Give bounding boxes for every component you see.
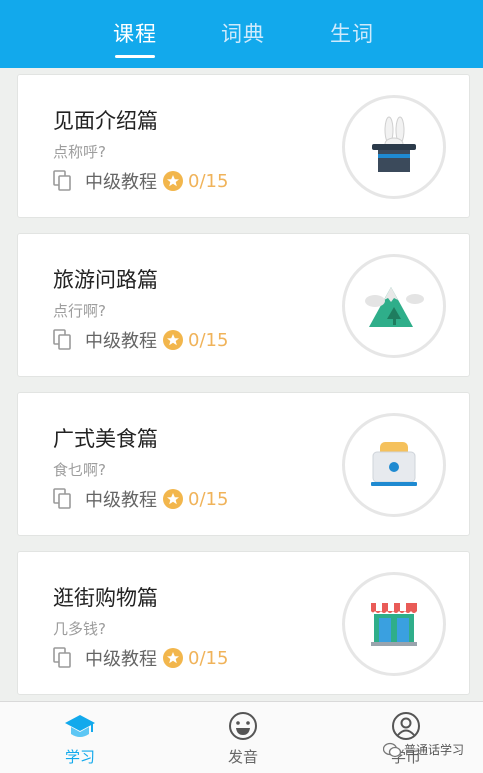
lesson-subtitle: 食乜啊? <box>53 461 106 479</box>
nav-study[interactable]: 学习 <box>30 710 130 767</box>
lesson-meta: 中级教程 0/15 <box>53 487 228 511</box>
star-badge-icon <box>163 171 183 191</box>
lesson-icon-circle <box>342 413 446 517</box>
watermark: 普通话学习 <box>383 741 464 758</box>
lesson-level: 中级教程 <box>85 331 157 352</box>
lesson-title: 见面介绍篇 <box>53 109 158 133</box>
star-badge-icon <box>163 648 183 668</box>
lesson-icon-circle <box>342 572 446 676</box>
copy-icon <box>53 329 71 350</box>
nav-pronunciation[interactable]: 发音 <box>193 710 293 767</box>
active-tab-indicator <box>115 55 155 58</box>
shop-icon <box>371 603 417 646</box>
mountain-icon <box>365 287 424 327</box>
star-badge-icon <box>163 330 183 350</box>
smiley-icon <box>229 712 257 740</box>
copy-icon <box>53 647 71 668</box>
tab-courses[interactable]: 课程 <box>113 18 157 48</box>
lesson-subtitle: 几多钱? <box>53 620 106 638</box>
top-tab-bar: 课程 词典 生词 <box>0 0 483 68</box>
lesson-progress: 0/15 <box>188 329 229 351</box>
lesson-card[interactable]: 广式美食篇 食乜啊? 中级教程 0/15 <box>17 392 470 536</box>
lesson-meta: 中级教程 0/15 <box>53 328 228 352</box>
wechat-icon <box>383 742 401 757</box>
lesson-card[interactable]: 见面介绍篇 点称呼? 中级教程 0/15 <box>17 74 470 218</box>
watermark-text: 普通话学习 <box>404 743 465 757</box>
star-badge-icon <box>163 489 183 509</box>
nav-pronunciation-label: 发音 <box>227 748 258 766</box>
copy-icon <box>53 170 71 191</box>
lesson-icon-circle <box>342 254 446 358</box>
lesson-level: 中级教程 <box>85 172 157 193</box>
lesson-subtitle: 点行啊? <box>53 302 106 320</box>
toaster-icon <box>371 442 417 486</box>
lesson-title: 广式美食篇 <box>53 427 158 451</box>
copy-icon <box>53 488 71 509</box>
lesson-meta: 中级教程 0/15 <box>53 646 228 670</box>
tab-vocabulary[interactable]: 生词 <box>330 18 374 48</box>
lesson-progress: 0/15 <box>188 488 229 510</box>
magic-hat-icon <box>372 116 416 172</box>
nav-coins[interactable]: 学币 <box>356 710 456 767</box>
lesson-icon-circle <box>342 95 446 199</box>
lesson-title: 旅游问路篇 <box>53 268 158 292</box>
tab-dictionary[interactable]: 词典 <box>221 18 265 48</box>
user-icon <box>392 712 420 740</box>
lesson-progress: 0/15 <box>188 647 229 669</box>
lesson-progress: 0/15 <box>188 170 229 192</box>
lesson-title: 逛街购物篇 <box>53 586 158 610</box>
nav-study-label: 学习 <box>64 748 95 766</box>
graduation-cap-icon <box>65 715 95 737</box>
lesson-meta: 中级教程 0/15 <box>53 169 228 193</box>
lesson-card[interactable]: 旅游问路篇 点行啊? 中级教程 0/15 <box>17 233 470 377</box>
bottom-nav: 学习 发音 学币 <box>0 701 483 773</box>
lesson-level: 中级教程 <box>85 490 157 511</box>
lesson-subtitle: 点称呼? <box>53 143 106 161</box>
lesson-level: 中级教程 <box>85 649 157 670</box>
lesson-card[interactable]: 逛街购物篇 几多钱? 中级教程 0/15 <box>17 551 470 695</box>
